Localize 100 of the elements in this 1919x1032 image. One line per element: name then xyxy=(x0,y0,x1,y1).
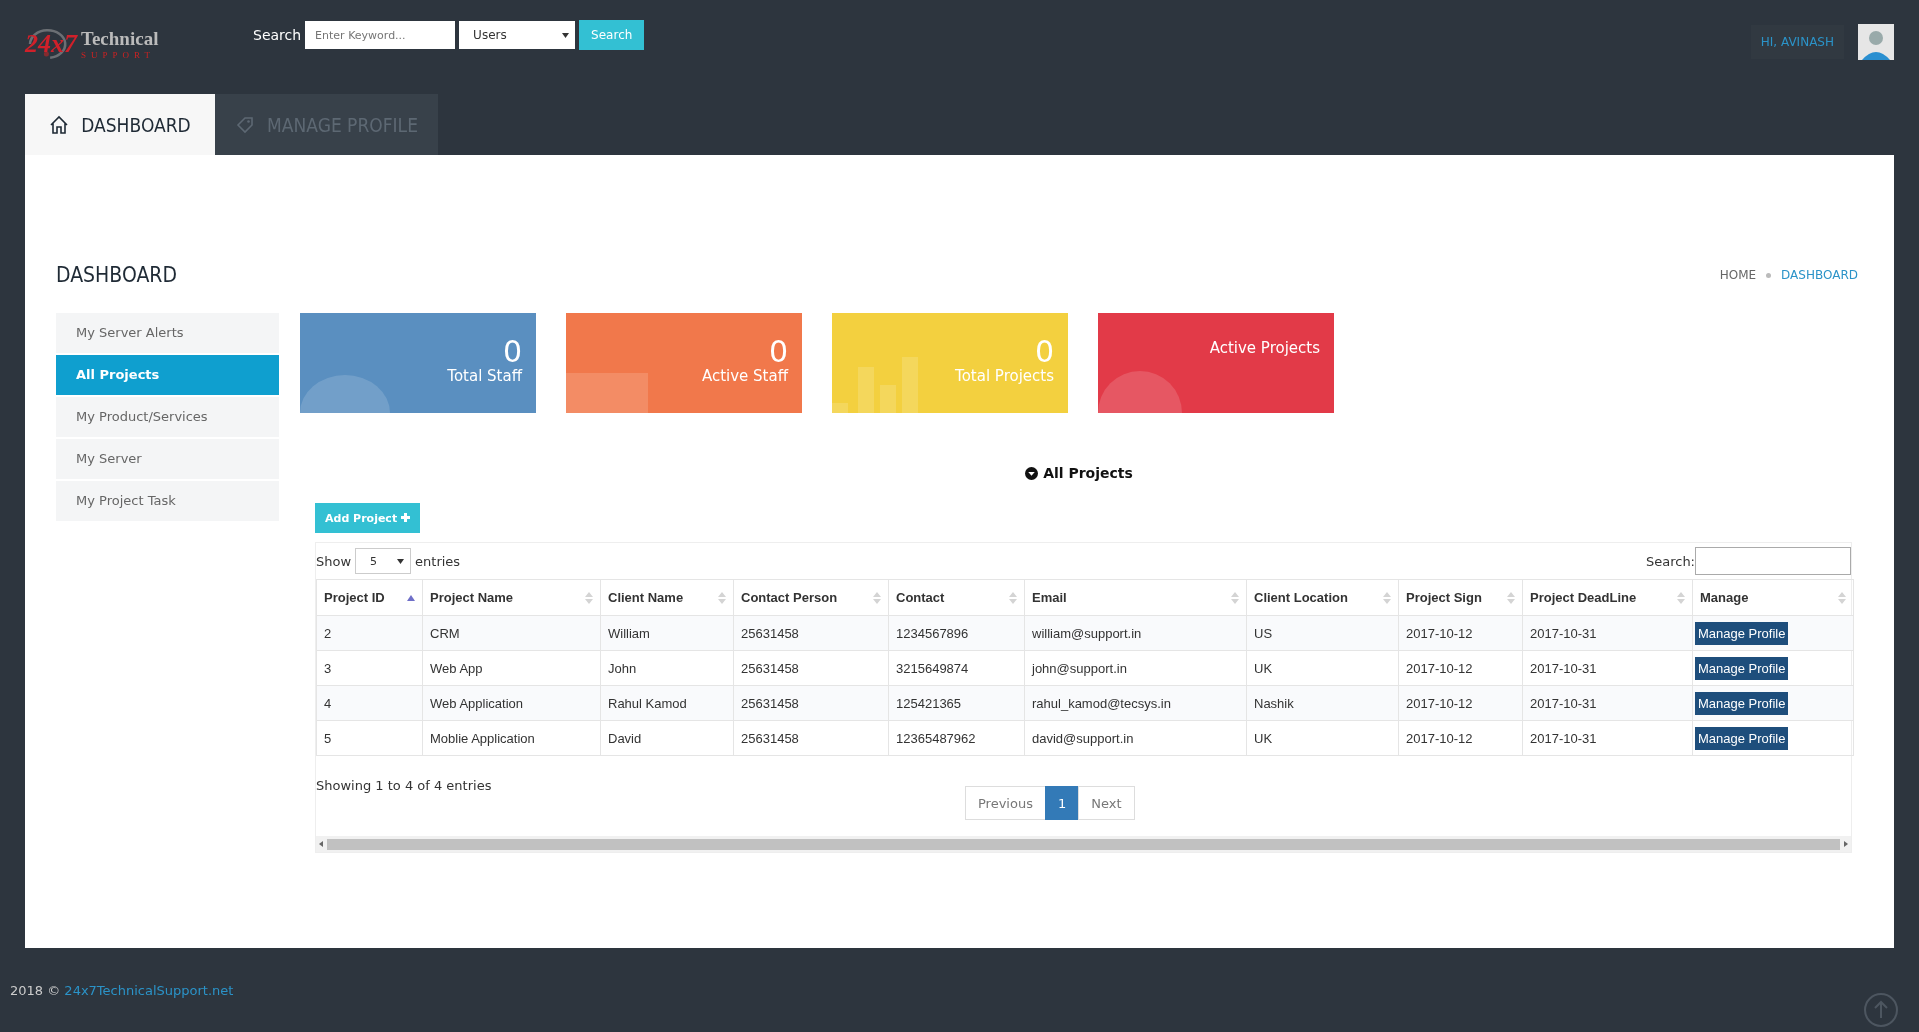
sort-icon xyxy=(1009,591,1017,604)
stat-label: Active Projects xyxy=(1209,339,1320,357)
manage-profile-button[interactable]: Manage Profile xyxy=(1695,656,1789,680)
table-cell: William xyxy=(600,615,734,651)
tag-icon xyxy=(235,114,256,135)
table-cell: william@support.in xyxy=(1024,615,1247,651)
table-cell: Web App xyxy=(422,650,601,686)
caret-icon xyxy=(397,558,405,564)
table-cell: David xyxy=(600,720,734,756)
footer-link[interactable]: 24x7TechnicalSupport.net xyxy=(64,982,234,998)
page-title: DASHBOARD xyxy=(56,263,177,287)
stat-label: Total Projects xyxy=(955,367,1054,385)
breadcrumb-link[interactable]: HOME xyxy=(1719,268,1757,282)
column-header[interactable]: Client Name xyxy=(600,579,734,616)
column-header[interactable]: Manage xyxy=(1692,579,1854,616)
table-cell: 12365487962 xyxy=(888,720,1025,756)
column-header[interactable]: Contact Person xyxy=(733,579,889,616)
table-search-field[interactable] xyxy=(1695,547,1851,575)
table-cell: 3 xyxy=(316,650,423,686)
category-dropdown[interactable]: Users xyxy=(459,21,576,49)
avatar-icon[interactable] xyxy=(1858,24,1894,60)
table-cell: 2017-10-31 xyxy=(1522,720,1693,756)
section-title: All Projects xyxy=(1043,465,1133,481)
table-cell: CRM xyxy=(422,615,601,651)
dot-icon xyxy=(1766,272,1772,278)
table-cell: rahul_kamod@tecsys.in xyxy=(1024,685,1247,721)
table-cell: 2017-10-31 xyxy=(1522,615,1693,651)
scroll-right-icon[interactable] xyxy=(1844,841,1848,847)
table-cell: 2017-10-12 xyxy=(1398,720,1523,756)
search-label: Search xyxy=(253,27,302,43)
nav-tab[interactable]: DASHBOARD xyxy=(25,94,215,155)
sidebar-item[interactable]: My Product/Services xyxy=(56,397,279,437)
table-info: Showing 1 to 4 of 4 entries xyxy=(316,778,492,793)
table-cell: 4 xyxy=(316,685,423,721)
stat-label: Active Staff xyxy=(701,367,788,385)
page-size-dropdown[interactable]: 5 xyxy=(355,548,412,574)
table-cell: 25631458 xyxy=(733,650,889,686)
table-cell: david@support.in xyxy=(1024,720,1247,756)
caret-icon xyxy=(562,32,570,38)
column-header[interactable]: Project ID xyxy=(316,579,423,616)
pagination-button[interactable]: Previous xyxy=(965,786,1046,820)
table-cell: John xyxy=(600,650,734,686)
stat-value: 0 xyxy=(768,337,788,367)
table-cell: 2017-10-31 xyxy=(1522,685,1693,721)
show-label: Show xyxy=(316,553,352,569)
table-cell: Moblie Application xyxy=(422,720,601,756)
table-cell: 2017-10-12 xyxy=(1398,650,1523,686)
sidebar-item[interactable]: My Server xyxy=(56,439,279,479)
table-cell: john@support.in xyxy=(1024,650,1247,686)
copyright-text: 2018 © 24x7TechnicalSupport.net xyxy=(10,982,234,998)
plus-icon xyxy=(401,512,410,522)
search-field[interactable]: Enter Keyword... xyxy=(305,21,456,49)
column-header[interactable]: Client Location xyxy=(1246,579,1399,616)
table-cell: 25631458 xyxy=(733,720,889,756)
bar-chart-icon xyxy=(832,357,918,413)
column-header[interactable]: Project Name xyxy=(422,579,601,616)
sidebar-item[interactable]: My Server Alerts xyxy=(56,313,279,353)
breadcrumb-link[interactable]: DASHBOARD xyxy=(1781,268,1858,282)
table-cell: 2 xyxy=(316,615,423,651)
table-cell: 2017-10-12 xyxy=(1398,615,1523,651)
stat-label: Total Staff xyxy=(447,367,522,385)
column-header[interactable]: Contact xyxy=(888,579,1025,616)
entries-label: entries xyxy=(415,553,461,569)
table-cell: 5 xyxy=(316,720,423,756)
table-cell: Rahul Kamod xyxy=(600,685,734,721)
table-cell: 25631458 xyxy=(733,615,889,651)
column-header[interactable]: Email xyxy=(1024,579,1247,616)
sort-icon xyxy=(585,591,593,604)
table-cell: 2017-10-12 xyxy=(1398,685,1523,721)
manage-profile-button[interactable]: Manage Profile xyxy=(1695,621,1789,645)
table-cell: 125421365 xyxy=(888,685,1025,721)
table-cell: 2017-10-31 xyxy=(1522,650,1693,686)
column-header[interactable]: Project Sign xyxy=(1398,579,1523,616)
table-cell: 3215649874 xyxy=(888,650,1025,686)
pagination-button[interactable]: Next xyxy=(1078,786,1135,820)
scroll-left-icon[interactable] xyxy=(319,841,323,847)
sort-icon xyxy=(1677,591,1685,604)
table-cell: US xyxy=(1246,615,1399,651)
sort-icon xyxy=(1231,591,1239,604)
manage-profile-button[interactable]: Manage Profile xyxy=(1695,726,1789,750)
table-search-label: Search: xyxy=(1645,553,1695,569)
caret-circle-icon xyxy=(1025,466,1039,480)
sort-icon xyxy=(1507,591,1515,604)
sort-ascending-icon xyxy=(407,594,415,601)
table-cell: 25631458 xyxy=(733,685,889,721)
column-header[interactable]: Project DeadLine xyxy=(1522,579,1693,616)
stat-value: 0 xyxy=(1034,337,1054,367)
table-cell: Web Application xyxy=(422,685,601,721)
table-cell: UK xyxy=(1246,720,1399,756)
table-cell: UK xyxy=(1246,650,1399,686)
manage-profile-button[interactable]: Manage Profile xyxy=(1695,691,1789,715)
stat-value: 0 xyxy=(502,337,522,367)
table-cell: Nashik xyxy=(1246,685,1399,721)
horizontal-scrollbar[interactable] xyxy=(316,836,1851,852)
scroll-to-top-icon[interactable] xyxy=(1863,992,1899,1028)
sidebar-item[interactable]: My Project Task xyxy=(56,481,279,521)
sort-icon xyxy=(873,591,881,604)
table-cell: 1234567896 xyxy=(888,615,1025,651)
sort-icon xyxy=(1383,591,1391,604)
sort-icon xyxy=(1838,591,1846,604)
